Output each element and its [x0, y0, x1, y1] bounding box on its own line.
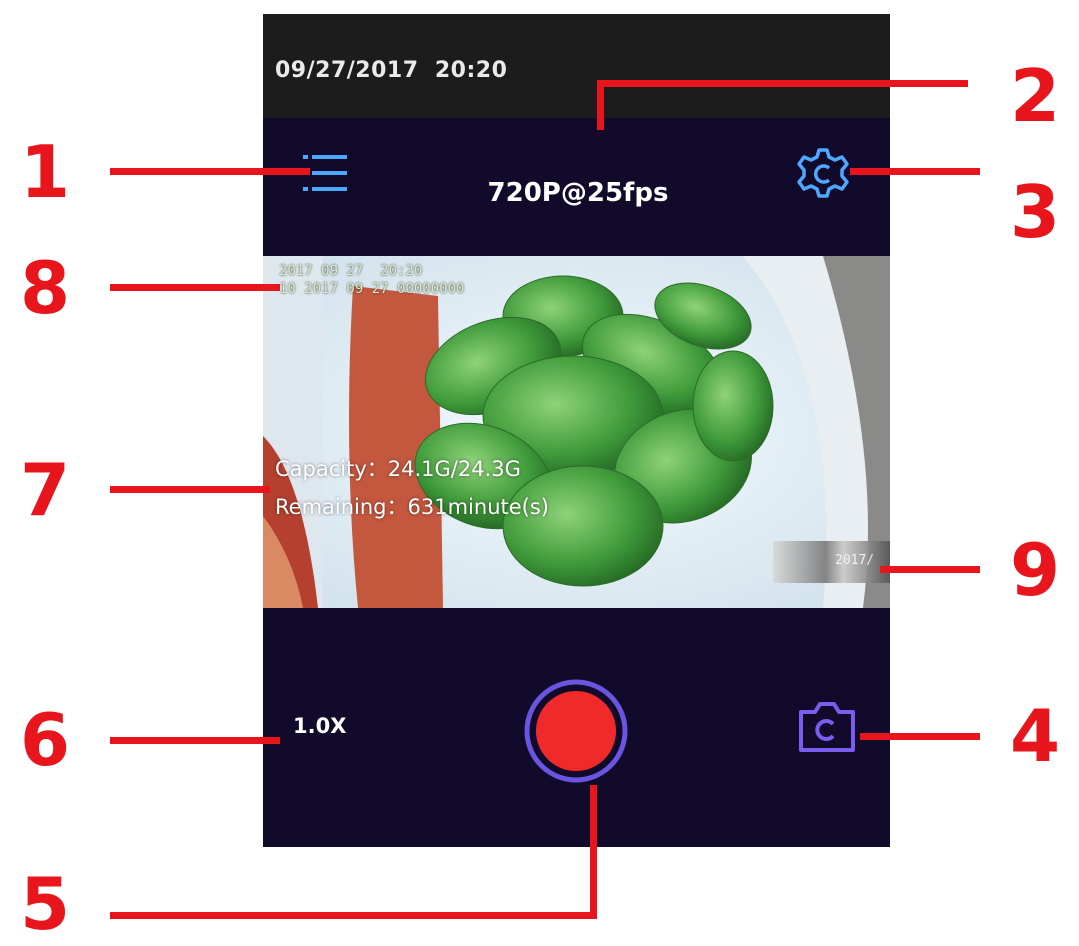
record-button[interactable] — [521, 676, 631, 786]
app-screen: 09/27/2017 20:20 720P@25fps 2017 09 27 2… — [263, 14, 890, 847]
camera-preview[interactable]: 2017 09 27 20:20 10 2017 09 27 00000000 … — [263, 256, 890, 608]
callout-number-3: 3 — [1010, 170, 1061, 254]
callout-line-9 — [880, 566, 980, 573]
callout-number-4: 4 — [1010, 694, 1061, 778]
callout-number-5: 5 — [20, 862, 71, 946]
capacity-text: Capacity：24.1G/24.3G — [275, 457, 521, 481]
callout-line-7 — [110, 486, 270, 493]
callout-number-6: 6 — [20, 698, 71, 782]
zoom-level[interactable]: 1.0X — [293, 714, 346, 738]
callout-line-1 — [110, 168, 310, 175]
date-time: 09/27/2017 20:20 — [275, 58, 508, 83]
bottom-controls: 1.0X — [263, 608, 890, 847]
last-capture-thumbnail[interactable]: 2017/ — [773, 541, 890, 583]
settings-button[interactable] — [795, 146, 851, 202]
callout-number-1: 1 — [20, 130, 71, 214]
callout-line-6 — [110, 737, 280, 744]
thumbnail-caption: 2017/ — [835, 553, 875, 568]
callout-line-2-v — [597, 80, 604, 130]
callout-line-3 — [850, 168, 980, 175]
storage-info: Capacity：24.1G/24.3G Remaining：631minute… — [275, 450, 549, 526]
callout-line-5-h — [110, 912, 597, 919]
callout-line-4 — [860, 733, 980, 740]
camera-switch-icon — [799, 702, 855, 752]
status-bar: 09/27/2017 20:20 — [263, 14, 890, 118]
top-toolbar: 720P@25fps — [263, 118, 890, 256]
callout-number-8: 8 — [20, 246, 71, 330]
callout-number-2: 2 — [1010, 54, 1061, 138]
resolution-label[interactable]: 720P@25fps — [413, 178, 743, 208]
callout-number-7: 7 — [20, 448, 71, 532]
osd-timestamp: 2017 09 27 20:20 10 2017 09 27 00000000 — [279, 263, 465, 297]
callout-line-8 — [110, 284, 280, 291]
callout-line-2-h — [600, 80, 968, 87]
callout-number-9: 9 — [1010, 528, 1061, 612]
callout-line-5-v — [590, 785, 597, 917]
remaining-text: Remaining：631minute(s) — [275, 495, 549, 519]
switch-camera-button[interactable] — [795, 698, 859, 756]
gear-icon — [797, 148, 849, 198]
record-icon — [524, 679, 628, 783]
